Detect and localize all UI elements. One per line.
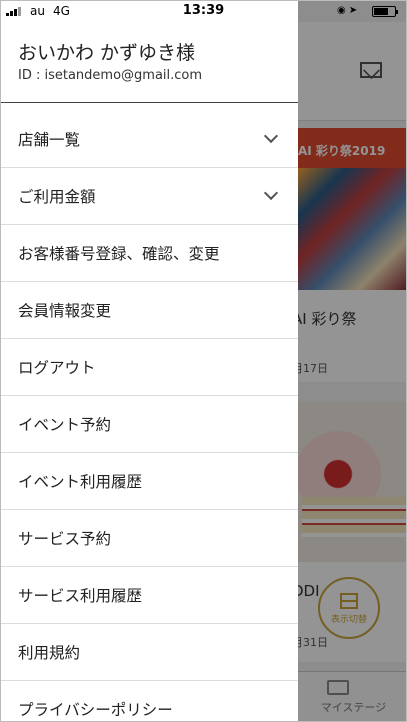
location-icon: ◉ ➤ [337, 5, 358, 16]
menu-item-label: ご利用金額 [18, 188, 96, 206]
menu-item-customer-number[interactable]: お客様番号登録、確認、変更 [0, 225, 298, 282]
menu-item-member-info[interactable]: 会員情報変更 [0, 282, 298, 339]
menu-item-event-reservation[interactable]: イベント予約 [0, 396, 298, 453]
menu-item-label: サービス予約 [18, 530, 112, 548]
menu-item-label: 利用規約 [18, 644, 81, 662]
menu-item-store-list[interactable]: 店舗一覧 [0, 111, 298, 168]
user-id: ID : isetandemo@gmail.com [18, 68, 203, 83]
menu-item-label: お客様番号登録、確認、変更 [18, 245, 220, 263]
menu-item-service-reservation[interactable]: サービス予約 [0, 510, 298, 567]
chevron-down-icon [263, 128, 279, 144]
drawer-header: おいかわ かずゆき様 ID : isetandemo@gmail.com [0, 22, 298, 103]
menu-item-privacy-policy[interactable]: プライバシーポリシー [0, 681, 298, 722]
menu-item-label: イベント予約 [18, 416, 112, 434]
menu-item-terms[interactable]: 利用規約 [0, 624, 298, 681]
menu-item-label: ログアウト [18, 359, 96, 377]
menu-item-label: 会員情報変更 [18, 302, 112, 320]
menu-item-service-history[interactable]: サービス利用履歴 [0, 567, 298, 624]
side-drawer: おいかわ かずゆき様 ID : isetandemo@gmail.com 店舗一… [0, 0, 298, 722]
status-bar: au 4G 13:39 ◉ ➤ [0, 0, 407, 22]
menu-item-label: プライバシーポリシー [18, 701, 173, 719]
drawer-menu: 店舗一覧 ご利用金額 お客様番号登録、確認、変更 会員情報変更 ログアウト イベ… [0, 111, 298, 722]
menu-item-label: 店舗一覧 [18, 131, 81, 149]
menu-item-logout[interactable]: ログアウト [0, 339, 298, 396]
menu-item-label: イベント利用履歴 [18, 473, 143, 491]
menu-item-usage-amount[interactable]: ご利用金額 [0, 168, 298, 225]
menu-item-event-history[interactable]: イベント利用履歴 [0, 453, 298, 510]
menu-item-label: サービス利用履歴 [18, 587, 143, 605]
battery-icon [372, 6, 398, 17]
user-name: おいかわ かずゆき様 [18, 42, 196, 64]
chevron-down-icon [263, 185, 279, 201]
